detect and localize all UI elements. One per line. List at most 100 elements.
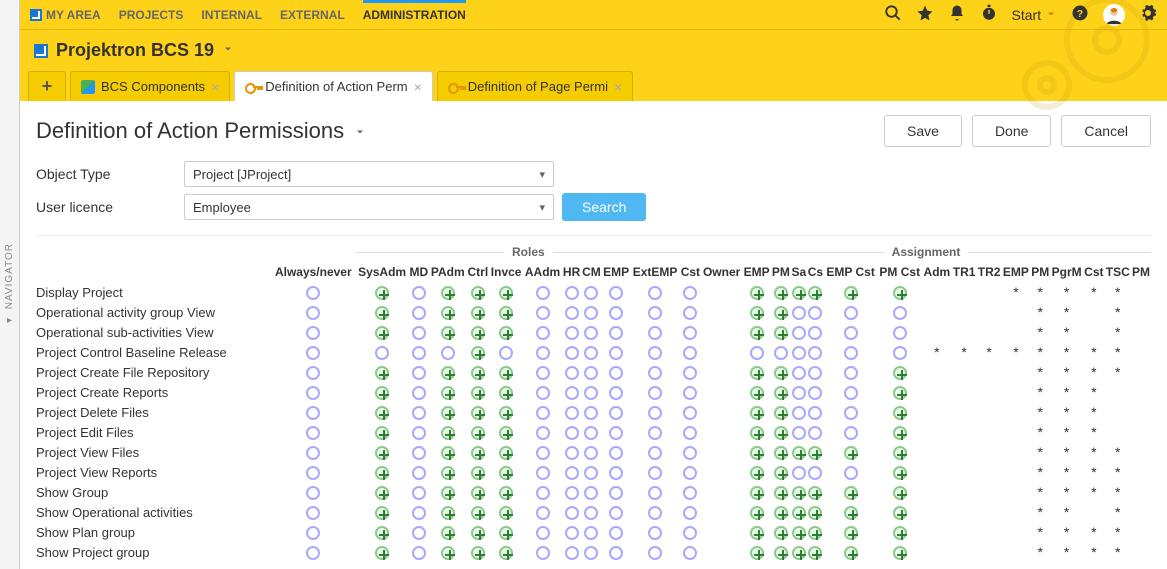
- perm-cell[interactable]: [409, 282, 430, 302]
- col-emp[interactable]: EMP: [742, 262, 771, 282]
- perm-cell[interactable]: [952, 302, 977, 322]
- close-tab-icon[interactable]: ×: [211, 79, 219, 95]
- perm-cell[interactable]: [356, 402, 409, 422]
- perm-cell[interactable]: *: [1030, 282, 1050, 302]
- perm-cell[interactable]: [562, 382, 581, 402]
- user-avatar[interactable]: [1103, 4, 1125, 26]
- perm-cell[interactable]: [807, 442, 824, 462]
- perm-cell[interactable]: *: [1050, 322, 1083, 342]
- perm-cell[interactable]: [824, 542, 877, 562]
- perm-cell[interactable]: [489, 462, 523, 482]
- perm-cell[interactable]: *: [1030, 322, 1050, 342]
- perm-cell[interactable]: [523, 542, 562, 562]
- perm-cell[interactable]: *: [1030, 342, 1050, 362]
- perm-cell[interactable]: [602, 542, 631, 562]
- row-label[interactable]: Project Create Reports: [36, 382, 271, 402]
- col-cm[interactable]: CM: [581, 262, 602, 282]
- perm-cell[interactable]: [562, 302, 581, 322]
- perm-cell[interactable]: [581, 342, 602, 362]
- perm-cell[interactable]: [824, 522, 877, 542]
- perm-cell[interactable]: [409, 542, 430, 562]
- perm-cell[interactable]: [356, 422, 409, 442]
- perm-cell[interactable]: *: [1050, 462, 1083, 482]
- perm-cell[interactable]: [466, 422, 489, 442]
- perm-cell[interactable]: [1131, 362, 1151, 382]
- perm-cell[interactable]: [771, 462, 791, 482]
- perm-cell[interactable]: [680, 542, 701, 562]
- perm-cell[interactable]: [271, 302, 356, 322]
- perm-cell[interactable]: [791, 462, 807, 482]
- perm-cell[interactable]: [356, 382, 409, 402]
- perm-cell[interactable]: [602, 522, 631, 542]
- perm-cell[interactable]: *: [1050, 502, 1083, 522]
- perm-cell[interactable]: [877, 382, 922, 402]
- perm-cell[interactable]: [922, 322, 951, 342]
- perm-cell[interactable]: [922, 362, 951, 382]
- perm-cell[interactable]: [952, 502, 977, 522]
- perm-cell[interactable]: [409, 522, 430, 542]
- perm-cell[interactable]: [922, 542, 951, 562]
- perm-cell[interactable]: [771, 302, 791, 322]
- perm-cell[interactable]: [602, 442, 631, 462]
- perm-cell[interactable]: [680, 402, 701, 422]
- perm-cell[interactable]: [630, 282, 679, 302]
- perm-cell[interactable]: [271, 462, 356, 482]
- perm-cell[interactable]: [409, 462, 430, 482]
- user-licence-select[interactable]: Employee ▾: [184, 194, 554, 220]
- perm-cell[interactable]: [562, 482, 581, 502]
- perm-cell[interactable]: [409, 362, 430, 382]
- perm-cell[interactable]: [523, 302, 562, 322]
- object-type-select[interactable]: Project [JProject] ▾: [184, 161, 554, 187]
- perm-cell[interactable]: [680, 322, 701, 342]
- perm-cell[interactable]: [701, 462, 742, 482]
- navigator-strip[interactable]: NAVIGATOR ▸: [0, 0, 20, 569]
- perm-cell[interactable]: [877, 522, 922, 542]
- perm-cell[interactable]: [489, 402, 523, 422]
- perm-cell[interactable]: [1002, 382, 1031, 402]
- perm-cell[interactable]: [630, 422, 679, 442]
- perm-cell[interactable]: [409, 382, 430, 402]
- col-always/never[interactable]: Always/never: [271, 262, 356, 282]
- perm-cell[interactable]: [701, 442, 742, 462]
- perm-cell[interactable]: [742, 462, 771, 482]
- perm-cell[interactable]: [630, 522, 679, 542]
- perm-cell[interactable]: [602, 482, 631, 502]
- row-label[interactable]: Project Control Baseline Release: [36, 342, 271, 362]
- perm-cell[interactable]: [791, 502, 807, 522]
- perm-cell[interactable]: [429, 502, 466, 522]
- perm-cell[interactable]: [562, 462, 581, 482]
- perm-cell[interactable]: [977, 542, 1002, 562]
- perm-cell[interactable]: *: [1050, 282, 1083, 302]
- perm-cell[interactable]: [271, 442, 356, 462]
- perm-cell[interactable]: [922, 402, 951, 422]
- perm-cell[interactable]: *: [1083, 522, 1104, 542]
- perm-cell[interactable]: [1002, 522, 1031, 542]
- close-tab-icon[interactable]: ×: [614, 79, 622, 95]
- perm-cell[interactable]: [771, 542, 791, 562]
- perm-cell[interactable]: [489, 362, 523, 382]
- perm-cell[interactable]: [807, 462, 824, 482]
- perm-cell[interactable]: [489, 482, 523, 502]
- perm-cell[interactable]: [771, 502, 791, 522]
- perm-cell[interactable]: [877, 502, 922, 522]
- perm-cell[interactable]: [742, 482, 771, 502]
- col-tr2[interactable]: TR2: [977, 262, 1002, 282]
- perm-cell[interactable]: *: [977, 342, 1002, 362]
- perm-cell[interactable]: [409, 302, 430, 322]
- perm-cell[interactable]: [429, 522, 466, 542]
- perm-cell[interactable]: [581, 462, 602, 482]
- perm-cell[interactable]: [977, 482, 1002, 502]
- perm-cell[interactable]: [977, 282, 1002, 302]
- perm-cell[interactable]: [680, 482, 701, 502]
- perm-cell[interactable]: [791, 282, 807, 302]
- perm-cell[interactable]: [701, 282, 742, 302]
- perm-cell[interactable]: [602, 402, 631, 422]
- perm-cell[interactable]: [807, 362, 824, 382]
- perm-cell[interactable]: [489, 382, 523, 402]
- perm-cell[interactable]: [489, 342, 523, 362]
- perm-cell[interactable]: [952, 462, 977, 482]
- row-label[interactable]: Show Project group: [36, 542, 271, 562]
- perm-cell[interactable]: [602, 322, 631, 342]
- perm-cell[interactable]: [1083, 502, 1104, 522]
- perm-cell[interactable]: [742, 362, 771, 382]
